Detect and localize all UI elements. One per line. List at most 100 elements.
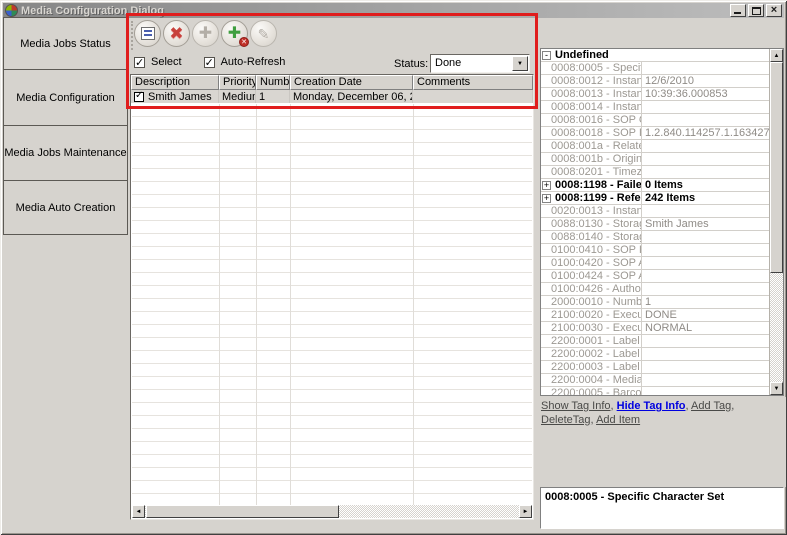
tag-label: 2200:0001 - Label Usin xyxy=(551,335,642,347)
link-show-tag-info[interactable]: Show Tag Info xyxy=(541,400,611,412)
tag-row[interactable]: 2200:0003 - Label Style xyxy=(541,361,769,374)
tag-row[interactable]: -Undefined xyxy=(541,49,769,62)
tag-value-cell: 0 Items xyxy=(642,179,769,191)
edit-pen-icon: ✎ xyxy=(258,27,270,41)
tag-name-cell: 2000:0010 - Number of ( xyxy=(541,296,642,308)
tag-label: 2200:0002 - Label Text xyxy=(551,348,642,360)
minimize-button[interactable] xyxy=(730,4,746,17)
toolbar: ✖ ✚ ✚✕ ✎ xyxy=(128,17,537,54)
tag-label: 0100:0420 - SOP Autho xyxy=(551,257,642,269)
tag-row[interactable]: 0008:001b - Original Sp xyxy=(541,153,769,166)
row-checkbox[interactable] xyxy=(134,92,144,102)
horizontal-scrollbar-thumb[interactable] xyxy=(146,505,339,518)
expand-icon[interactable]: + xyxy=(542,194,551,203)
tag-value-cell xyxy=(642,153,769,165)
sidebar-item-media-jobs-maintenance[interactable]: Media Jobs Maintenance xyxy=(3,125,128,181)
link-add-tag[interactable]: Add Tag xyxy=(691,400,731,412)
sidebar-item-label: Media Configuration xyxy=(16,92,114,104)
tag-row[interactable]: 0088:0140 - Storage Me xyxy=(541,231,769,244)
tag-value-cell xyxy=(642,244,769,256)
grid-line xyxy=(256,104,257,505)
column-header-description[interactable]: Description xyxy=(131,75,219,90)
tag-label: 0008:0016 - SOP Class I xyxy=(551,114,642,126)
tag-name-cell: 0100:0410 - SOP Instan xyxy=(541,244,642,256)
add-plus-icon: ✚ xyxy=(199,26,212,42)
column-header-number[interactable]: Numb... xyxy=(256,75,290,90)
auto-refresh-checkbox[interactable] xyxy=(204,57,215,68)
delete-job-button[interactable]: ✖ xyxy=(163,20,190,47)
tag-row[interactable]: 0008:001a - Related Ge xyxy=(541,140,769,153)
tag-row[interactable]: 0100:0410 - SOP Instan xyxy=(541,244,769,257)
tag-row[interactable]: 0008:0013 - Instance Cr10:39:36.000853 xyxy=(541,88,769,101)
expand-icon[interactable]: + xyxy=(542,181,551,190)
tag-row[interactable]: 0100:0420 - SOP Autho xyxy=(541,257,769,270)
select-checkbox[interactable] xyxy=(134,57,145,68)
tag-row[interactable]: 0100:0424 - SOP Autho xyxy=(541,270,769,283)
tag-row[interactable]: 0008:0012 - Instance Cr12/6/2010 xyxy=(541,75,769,88)
tag-row[interactable]: 2100:0020 - Execution SDONE xyxy=(541,309,769,322)
sidebar-item-media-configuration[interactable]: Media Configuration xyxy=(3,69,128,126)
tag-row[interactable]: 0008:0014 - Instance Cr xyxy=(541,101,769,114)
tag-row[interactable]: 0008:0016 - SOP Class I xyxy=(541,114,769,127)
tag-label: 0008:1199 - Referencec xyxy=(555,192,642,204)
tag-value-cell xyxy=(642,348,769,360)
tag-row[interactable]: +0008:1198 - Failed SOP0 Items xyxy=(541,179,769,192)
tag-label: 0100:0426 - Authorizati xyxy=(551,283,642,295)
tag-value-cell xyxy=(642,387,769,395)
scroll-right-icon[interactable]: ► xyxy=(519,505,532,518)
dropdown-arrow-icon[interactable]: ▼ xyxy=(512,56,528,71)
horizontal-scrollbar[interactable]: ◄ ► xyxy=(132,505,532,518)
view-jobs-button[interactable] xyxy=(134,20,161,47)
tag-row[interactable]: 2200:0005 - Barcode V xyxy=(541,387,769,395)
tag-name-cell: 2100:0020 - Execution S xyxy=(541,309,642,321)
tag-name-cell: 2200:0003 - Label Style xyxy=(541,361,642,373)
tag-label: 2100:0030 - Execution S xyxy=(551,322,642,334)
tag-row[interactable]: 2200:0002 - Label Text xyxy=(541,348,769,361)
app-icon xyxy=(5,4,18,17)
status-dropdown[interactable]: Done ▼ xyxy=(430,54,530,73)
tag-row[interactable]: 0020:0013 - Instance Nu xyxy=(541,205,769,218)
tag-label: 0088:0130 - Storage Me xyxy=(551,218,642,230)
tag-row[interactable]: 0100:0426 - Authorizati xyxy=(541,283,769,296)
tag-row[interactable]: 2100:0030 - Execution SNORMAL xyxy=(541,322,769,335)
scroll-left-icon[interactable]: ◄ xyxy=(132,505,145,518)
tag-row[interactable]: +0008:1199 - Referencec242 Items xyxy=(541,192,769,205)
tag-row[interactable]: 2200:0001 - Label Usin xyxy=(541,335,769,348)
column-header-creation-date[interactable]: Creation Date xyxy=(290,75,413,90)
sidebar-item-media-auto-creation[interactable]: Media Auto Creation xyxy=(3,180,128,235)
collapse-icon[interactable]: - xyxy=(542,51,551,60)
tag-value-cell: 242 Items xyxy=(642,192,769,204)
tag-label: 2200:0003 - Label Style xyxy=(551,361,642,373)
link-add-item[interactable]: Add Item xyxy=(596,414,640,426)
maximize-button[interactable] xyxy=(748,4,764,17)
scroll-down-icon[interactable]: ▼ xyxy=(770,382,783,395)
edit-job-button-disabled: ✎ xyxy=(250,20,277,47)
tag-name-cell: 0088:0140 - Storage Me xyxy=(541,231,642,243)
vertical-scrollbar-thumb[interactable] xyxy=(770,62,783,273)
status-dropdown-value: Done xyxy=(435,57,461,69)
tag-row[interactable]: 0008:0018 - SOP Instan1.2.840.114257.1.1… xyxy=(541,127,769,140)
vertical-scrollbar[interactable]: ▲ ▼ xyxy=(769,49,783,395)
tag-label: Undefined xyxy=(555,49,609,61)
row-comments xyxy=(413,90,533,103)
tag-value-cell: Smith James xyxy=(642,218,769,230)
tag-value-cell xyxy=(642,205,769,217)
column-header-comments[interactable]: Comments xyxy=(413,75,533,90)
window-controls: × xyxy=(730,4,782,17)
link-hide-tag-info[interactable]: Hide Tag Info xyxy=(617,400,686,412)
grid-line xyxy=(290,104,291,505)
sidebar-item-media-jobs-status[interactable]: Media Jobs Status xyxy=(3,17,128,70)
link-deletetag[interactable]: DeleteTag xyxy=(541,414,591,426)
tag-row[interactable]: 0008:0005 - Specific Ch xyxy=(541,62,769,75)
tag-row[interactable]: 2200:0004 - Media Disp xyxy=(541,374,769,387)
table-row[interactable]: Smith James Medium 1 Monday, December 06… xyxy=(131,90,533,103)
tag-row[interactable]: 0088:0130 - Storage MeSmith James xyxy=(541,218,769,231)
tag-value-cell: DONE xyxy=(642,309,769,321)
tag-row[interactable]: 0008:0201 - Timezone O xyxy=(541,166,769,179)
tag-row[interactable]: 2000:0010 - Number of (1 xyxy=(541,296,769,309)
add-remove-job-button[interactable]: ✚✕ xyxy=(221,20,248,47)
scroll-up-icon[interactable]: ▲ xyxy=(770,49,783,62)
column-header-priority[interactable]: Priority xyxy=(219,75,256,90)
close-button[interactable]: × xyxy=(766,4,782,17)
tag-label: 0008:0012 - Instance Cr xyxy=(551,75,642,87)
